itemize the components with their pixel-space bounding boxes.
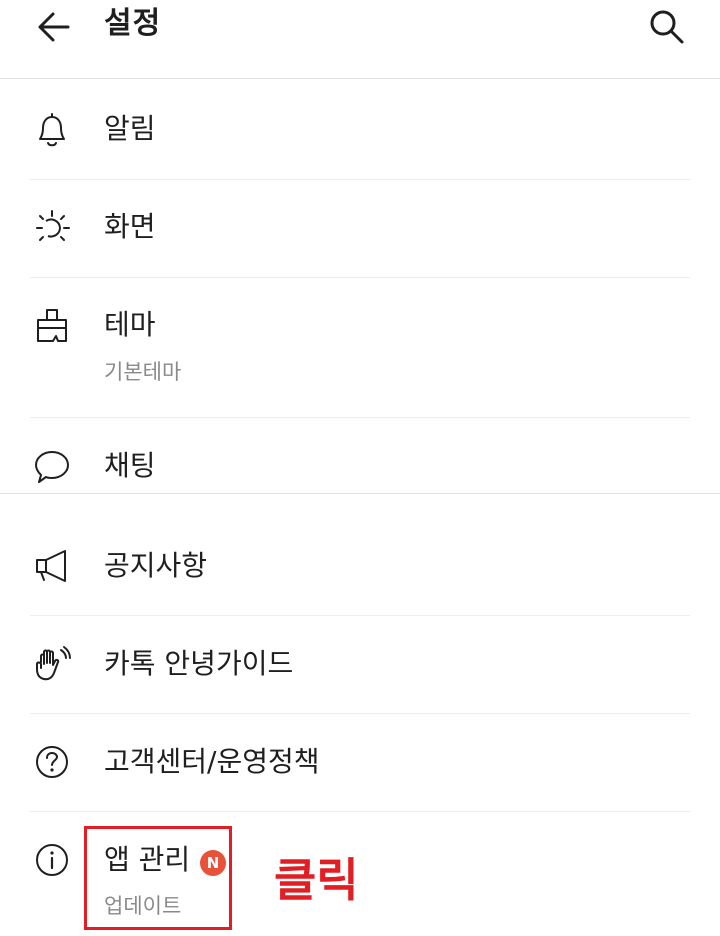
page-title: 설정 [104,6,162,41]
app-header: 설정 [0,0,720,79]
info-item-label: 고객센터/운영정책 [104,745,320,778]
hand-wave-icon [30,642,74,686]
settings-item-chat[interactable]: 채팅 [0,436,720,492]
info-item-guide[interactable]: 카톡 안녕가이드 [0,634,720,694]
divider [30,179,690,180]
bell-icon [30,108,74,152]
info-item-label: 카톡 안녕가이드 [104,647,294,680]
brightness-icon [30,206,74,250]
click-annotation: 클릭 [274,853,359,907]
info-item-label: 공지사항 [104,549,208,582]
settings-item-notifications[interactable]: 알림 [0,100,720,160]
brush-icon [30,304,74,348]
settings-item-display[interactable]: 화면 [0,198,720,258]
settings-item-label: 채팅 [104,449,156,482]
settings-item-label: 테마 [104,308,156,341]
info-item-support[interactable]: 고객센터/운영정책 [0,732,720,792]
megaphone-icon [30,544,74,588]
section-divider [0,493,720,494]
question-circle-icon [30,740,74,784]
search-button[interactable] [646,6,688,48]
info-circle-icon [30,838,74,882]
divider [30,615,690,616]
arrow-left-icon [36,9,72,45]
info-item-notice[interactable]: 공지사항 [0,536,720,596]
divider [30,417,690,418]
highlight-box [84,826,232,930]
settings-item-label: 화면 [104,210,156,243]
chat-bubble-icon [30,445,74,489]
divider [30,277,690,278]
settings-item-value: 기본테마 [104,360,182,384]
divider [30,811,690,812]
divider [30,713,690,714]
search-icon [648,8,686,46]
settings-item-theme[interactable]: 테마 기본테마 [0,296,720,396]
settings-item-label: 알림 [104,112,156,145]
back-button[interactable] [34,7,74,47]
